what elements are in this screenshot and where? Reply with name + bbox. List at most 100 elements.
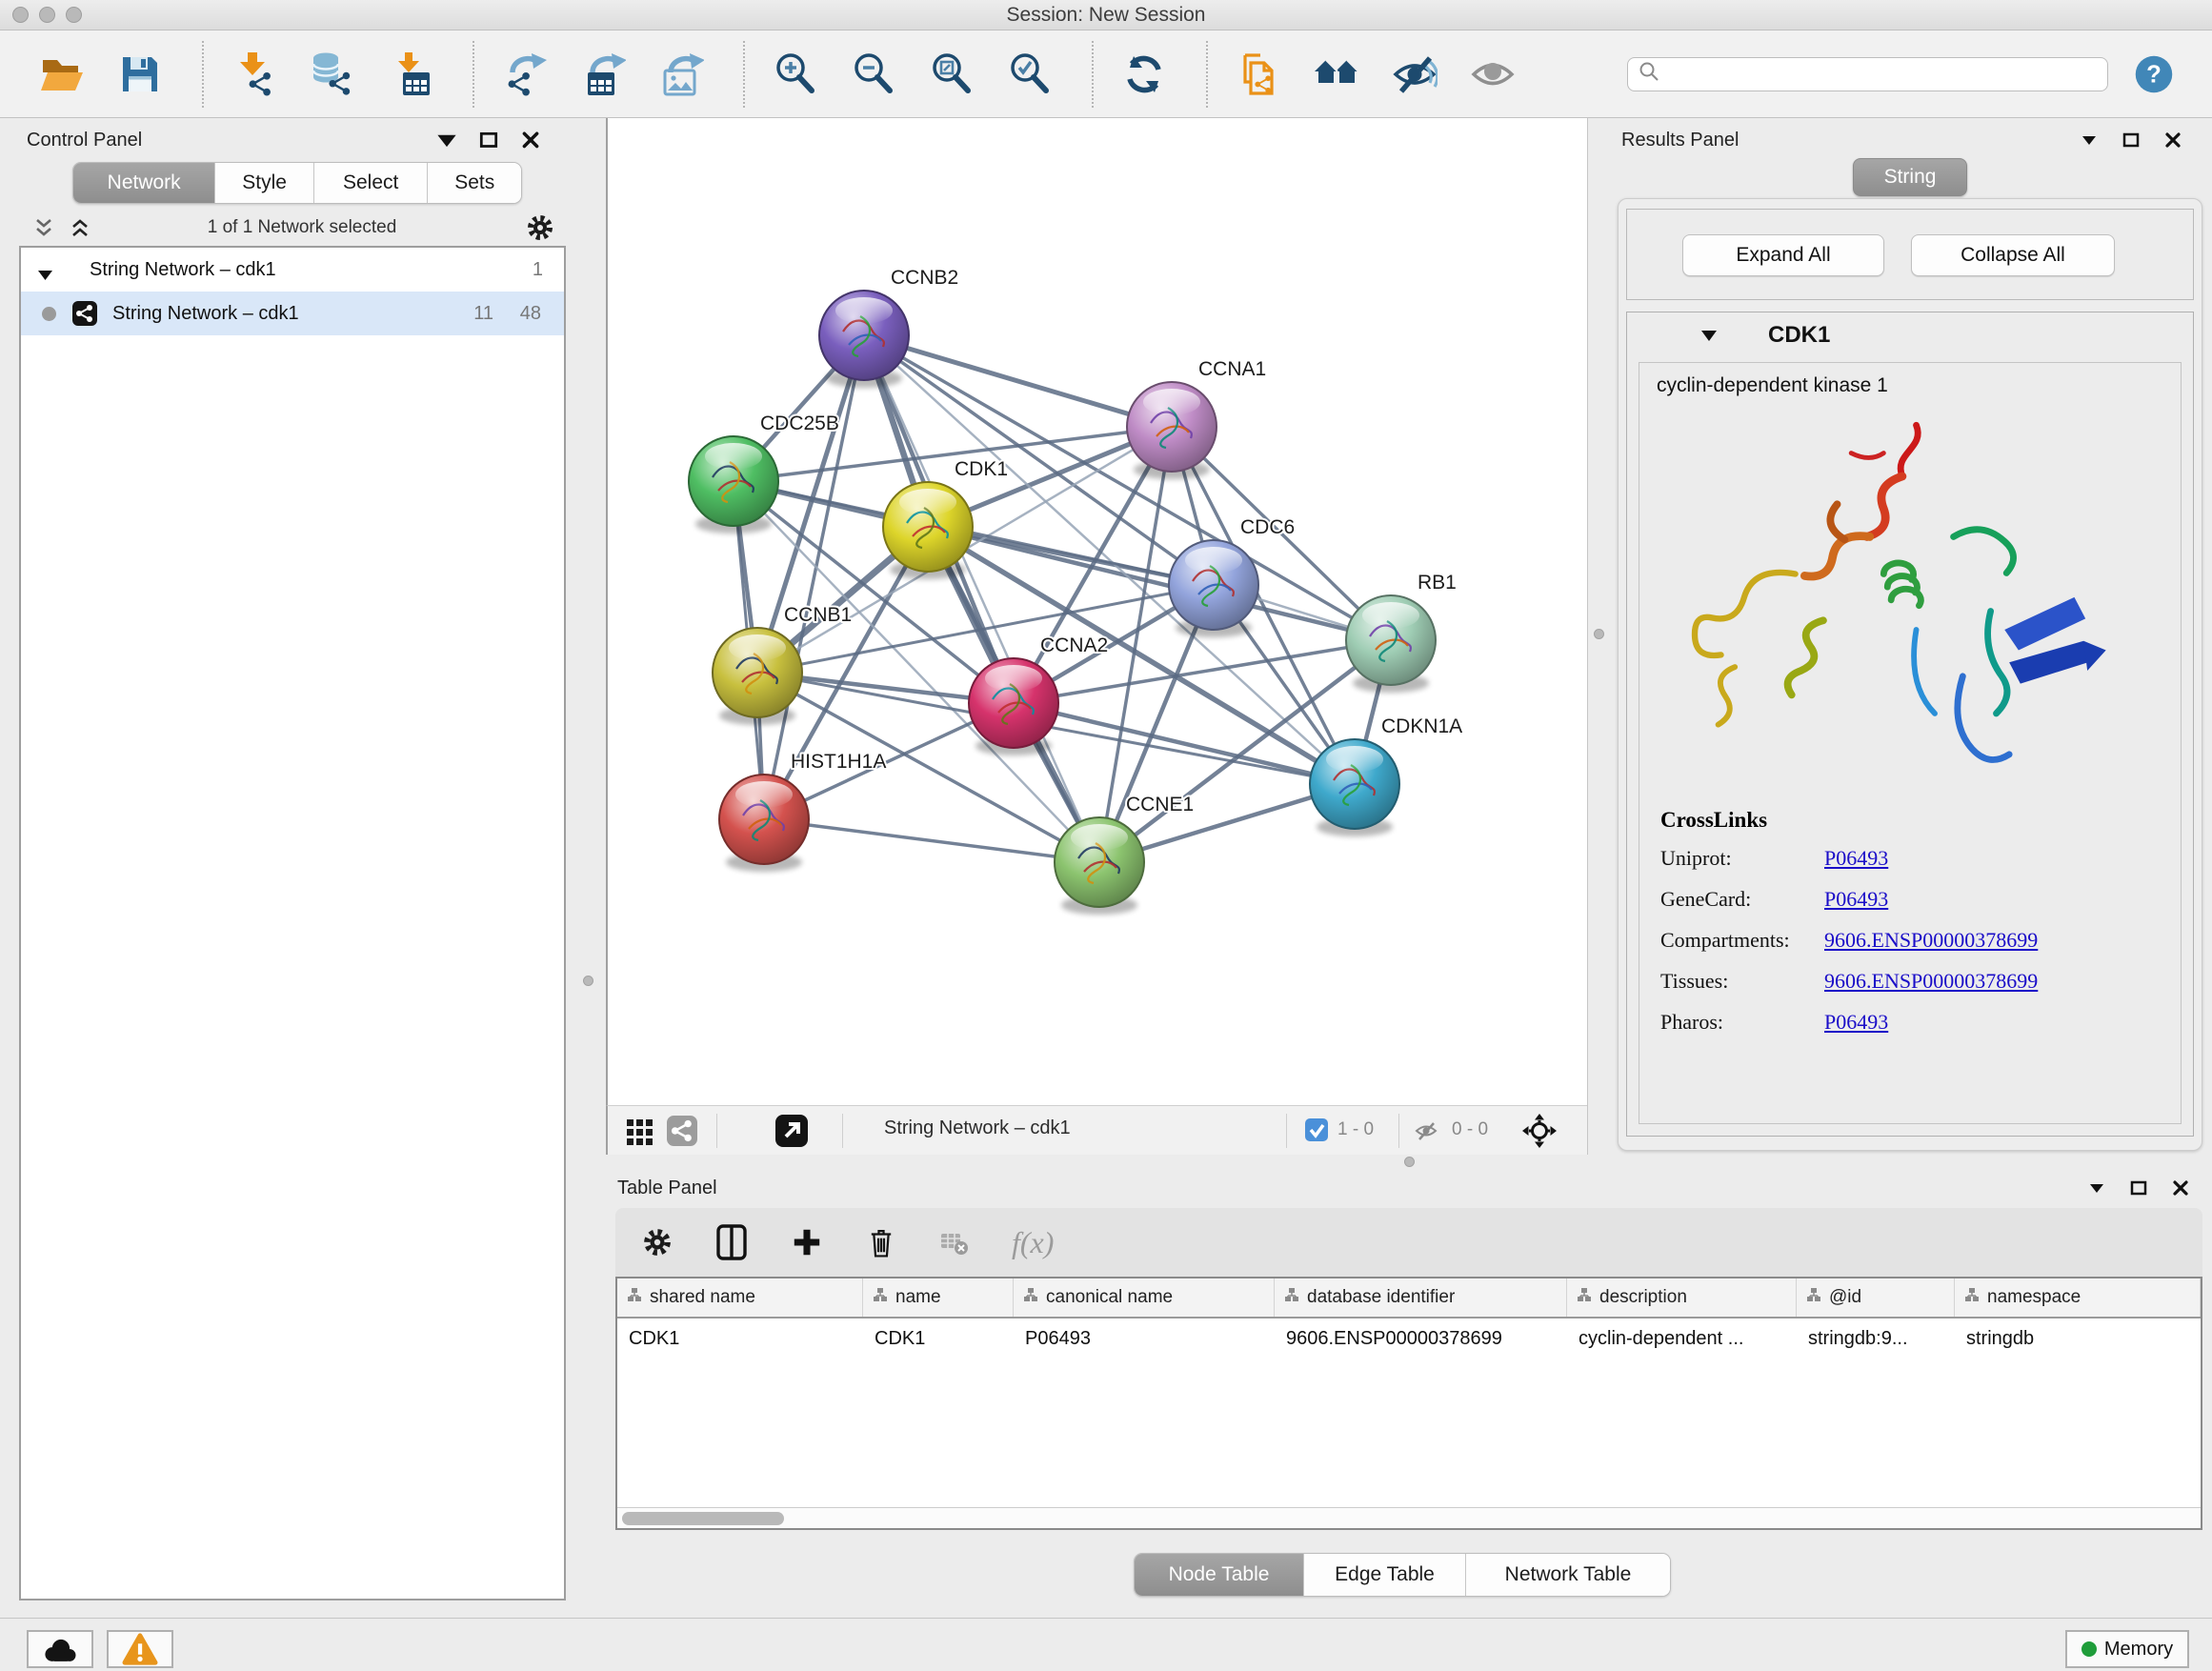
columns-icon[interactable] — [714, 1223, 749, 1261]
zoom-in-button[interactable] — [770, 49, 821, 100]
panel-menu-icon[interactable] — [2086, 1178, 2107, 1198]
panel-menu-icon[interactable] — [436, 131, 457, 150]
zoom-fit-button[interactable] — [926, 49, 977, 100]
open-session-button[interactable] — [36, 49, 88, 100]
node-CCNA1[interactable] — [1127, 382, 1217, 479]
minimize-window-icon[interactable] — [39, 7, 55, 23]
eye-slash-button[interactable] — [1389, 49, 1440, 100]
collapse-triangle-icon[interactable] — [1701, 330, 1717, 347]
import-network-file-button[interactable] — [229, 49, 280, 100]
warning-button[interactable] — [107, 1630, 173, 1668]
export-image-button[interactable] — [655, 49, 707, 100]
node-CDKN1A[interactable] — [1310, 739, 1399, 836]
horizontal-splitter[interactable] — [606, 1155, 2212, 1170]
node-HIST1H1A[interactable] — [719, 775, 809, 872]
column-header-label[interactable]: name — [895, 1287, 941, 1308]
column-header-label[interactable]: description — [1599, 1287, 1687, 1308]
zoom-out-button[interactable] — [848, 49, 899, 100]
add-column-icon[interactable] — [791, 1225, 823, 1259]
eye-button[interactable] — [1467, 49, 1518, 100]
documents-share-button[interactable] — [1233, 49, 1284, 100]
node-CCNA2[interactable] — [969, 658, 1058, 755]
column-header-database-identifier[interactable]: database identifier — [1275, 1278, 1567, 1317]
node-table[interactable]: shared name name canonical name database id… — [615, 1277, 2202, 1530]
table-cell[interactable]: CDK1 — [617, 1319, 863, 1359]
cloud-button[interactable] — [27, 1630, 93, 1668]
table-row[interactable]: CDK1CDK1P064939606.ENSP00000378699cyclin… — [617, 1319, 2201, 1359]
node-CCNB1[interactable] — [713, 628, 802, 725]
expand-all-button[interactable]: Expand All — [1682, 234, 1884, 276]
column-header-shared-name[interactable]: shared name — [617, 1278, 863, 1317]
column-sort-icon[interactable] — [873, 1287, 888, 1308]
import-network-database-button[interactable] — [307, 49, 358, 100]
edge-CDK1-RB1[interactable] — [928, 527, 1391, 640]
crosslink-link[interactable]: P06493 — [1824, 1010, 1888, 1035]
network-collection-row[interactable]: String Network – cdk1 1 — [21, 248, 564, 292]
tab-network-table[interactable]: Network Table — [1466, 1554, 1670, 1596]
edge-CCNB2-CCNA1[interactable] — [864, 335, 1172, 427]
tab-sets[interactable]: Sets — [428, 163, 521, 203]
column-sort-icon[interactable] — [1577, 1287, 1592, 1308]
edge-CCNB2-CCNE1[interactable] — [864, 335, 1099, 862]
column-header-name[interactable]: name — [863, 1278, 1014, 1317]
scrollbar-thumb[interactable] — [622, 1512, 784, 1525]
column-header-label[interactable]: @id — [1829, 1287, 1861, 1308]
maximize-window-icon[interactable] — [66, 7, 82, 23]
node-CCNE1[interactable] — [1055, 817, 1144, 915]
houses-button[interactable] — [1311, 49, 1362, 100]
node-RB1[interactable] — [1346, 595, 1436, 693]
export-network-button[interactable] — [499, 49, 551, 100]
node-CCNB2[interactable] — [819, 291, 909, 388]
search-field[interactable] — [1666, 60, 2107, 89]
panel-close-icon[interactable] — [520, 131, 541, 150]
search-input[interactable] — [1627, 57, 2108, 91]
column-header-label[interactable]: canonical name — [1046, 1287, 1173, 1308]
edge-CCNE1-HIST1H1A[interactable] — [764, 819, 1099, 862]
right-splitter-handle[interactable] — [1594, 629, 1604, 639]
gear-icon[interactable] — [526, 213, 554, 247]
tab-edge-table[interactable]: Edge Table — [1304, 1554, 1466, 1596]
column-sort-icon[interactable] — [1806, 1287, 1821, 1308]
memory-button[interactable]: Memory — [2065, 1630, 2189, 1668]
protein-card-header[interactable]: CDK1 — [1627, 312, 2193, 358]
crosslink-link[interactable]: P06493 — [1824, 887, 1888, 912]
column-header-label[interactable]: namespace — [1987, 1287, 2081, 1308]
table-cell[interactable]: stringdb:9... — [1797, 1319, 1955, 1359]
export-table-button[interactable] — [577, 49, 629, 100]
panel-close-icon[interactable] — [2162, 131, 2183, 150]
column-header-@id[interactable]: @id — [1797, 1278, 1955, 1317]
import-table-file-button[interactable] — [385, 49, 436, 100]
gear-icon[interactable] — [642, 1227, 673, 1258]
delete-trash-icon[interactable] — [865, 1223, 897, 1261]
tab-style[interactable]: Style — [215, 163, 314, 203]
close-window-icon[interactable] — [12, 7, 29, 23]
apply-layout-button[interactable] — [1118, 49, 1170, 100]
left-splitter-handle[interactable] — [583, 976, 593, 986]
crosslink-link[interactable]: 9606.ENSP00000378699 — [1824, 928, 2038, 953]
collapse-triangle-icon[interactable] — [38, 265, 52, 287]
tab-string[interactable]: String — [1853, 158, 1967, 196]
panel-float-icon[interactable] — [478, 131, 499, 150]
panel-float-icon[interactable] — [2128, 1178, 2149, 1198]
tab-network[interactable]: Network — [73, 163, 215, 203]
column-sort-icon[interactable] — [1964, 1287, 1980, 1308]
network-row[interactable]: String Network – cdk1 11 48 — [21, 292, 564, 335]
column-sort-icon[interactable] — [627, 1287, 642, 1308]
panel-menu-icon[interactable] — [2079, 131, 2100, 150]
panel-close-icon[interactable] — [2170, 1178, 2191, 1198]
panel-float-icon[interactable] — [2121, 131, 2142, 150]
network-canvas[interactable]: CCNB2CCNA1CDC25BCDK1CDC6RB1CCNB1CCNA2CDK… — [606, 118, 1587, 1105]
save-session-button[interactable] — [114, 49, 166, 100]
column-header-label[interactable]: shared name — [650, 1287, 755, 1308]
column-sort-icon[interactable] — [1284, 1287, 1299, 1308]
column-sort-icon[interactable] — [1023, 1287, 1038, 1308]
node-CDC6[interactable] — [1169, 540, 1258, 637]
node-CDK1[interactable] — [883, 482, 973, 579]
birdseye-crosshair-icon[interactable] — [1522, 1114, 1557, 1153]
network-share-icon[interactable] — [667, 1116, 697, 1151]
table-cell[interactable]: stringdb — [1955, 1319, 2201, 1359]
column-header-namespace[interactable]: namespace — [1955, 1278, 2201, 1317]
edge-CCNB2-HIST1H1A[interactable] — [764, 335, 864, 819]
crosslink-link[interactable]: P06493 — [1824, 846, 1888, 871]
tab-node-table[interactable]: Node Table — [1135, 1554, 1304, 1596]
